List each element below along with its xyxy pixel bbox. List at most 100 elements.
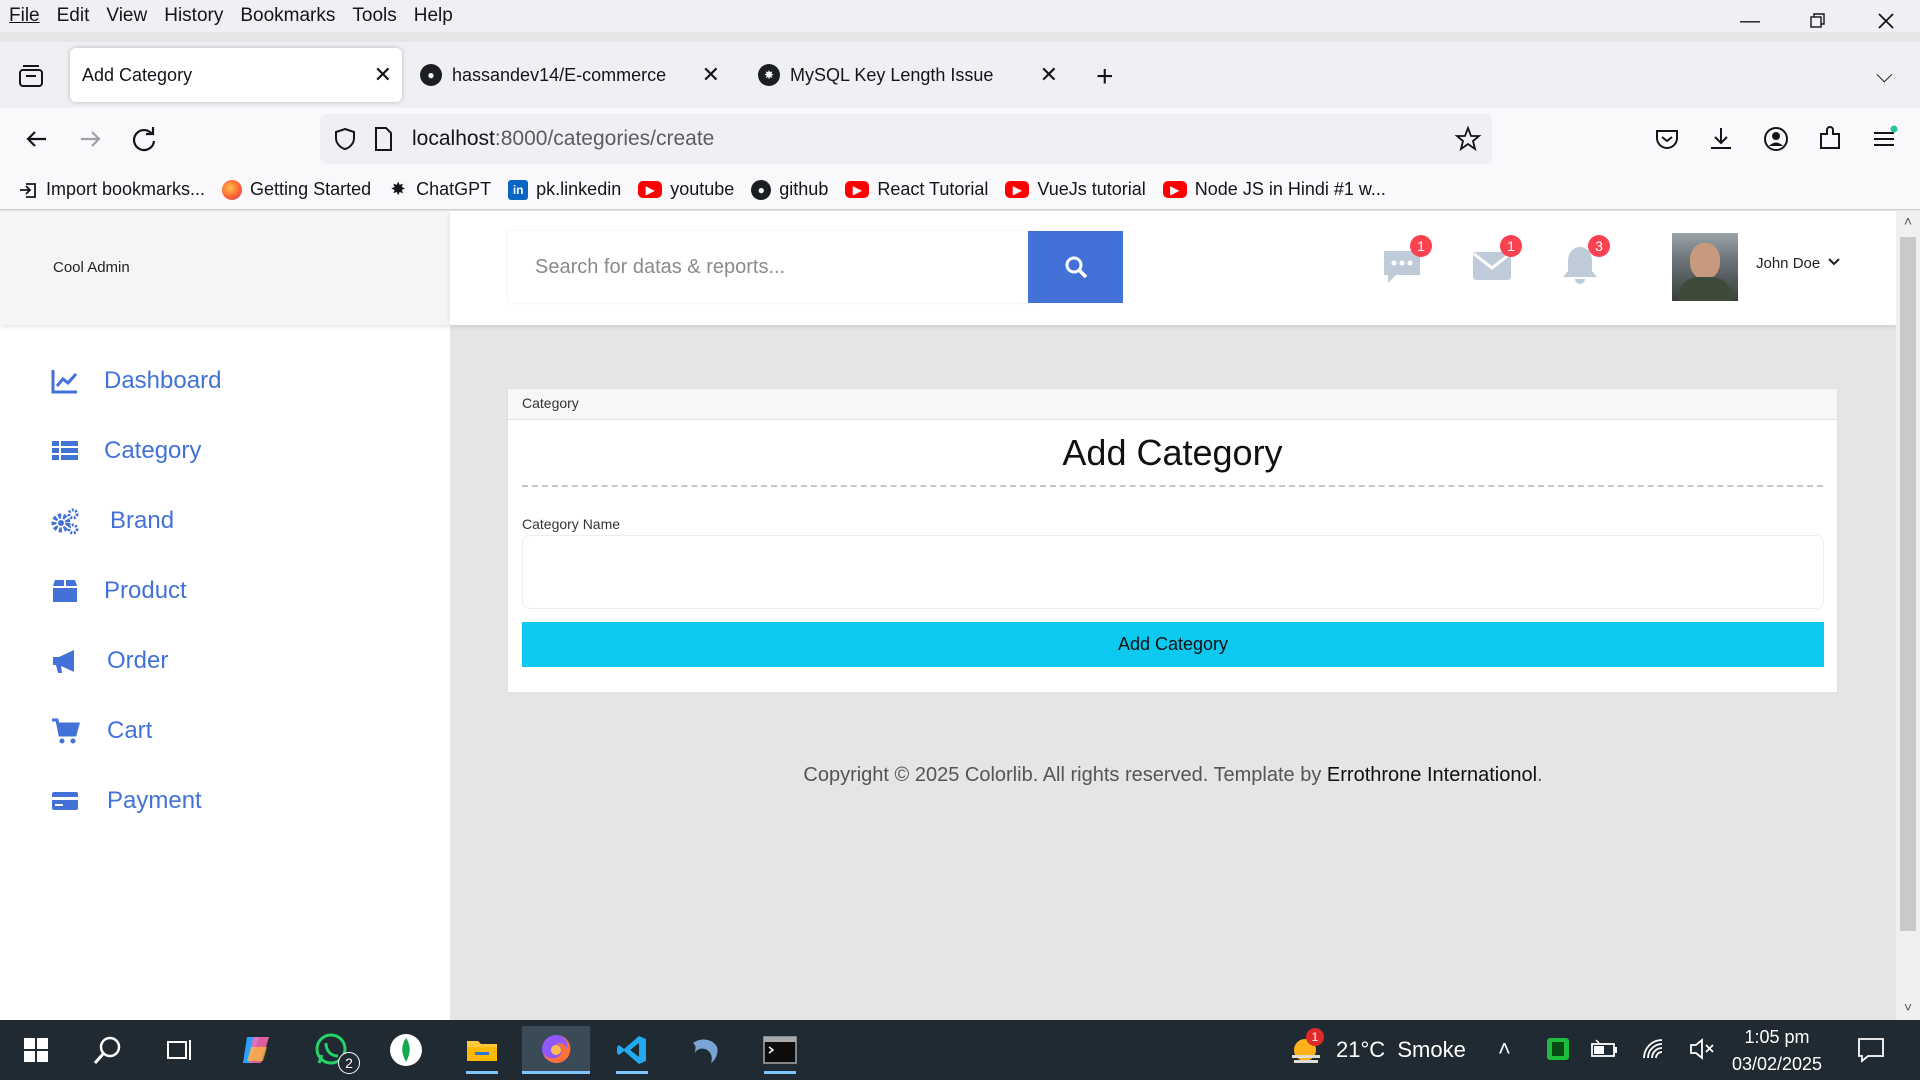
scroll-thumb[interactable] <box>1900 237 1916 931</box>
restore-button[interactable] <box>1784 0 1852 42</box>
bookmark-label: github <box>779 179 829 199</box>
search-input[interactable] <box>508 231 1038 303</box>
github-icon: ● <box>751 179 772 200</box>
download-icon[interactable] <box>1706 124 1736 154</box>
sidebar-item-order[interactable]: Order <box>50 641 168 681</box>
battery-icon[interactable] <box>1590 1038 1618 1060</box>
notification-center-icon[interactable] <box>1856 1036 1886 1064</box>
bookmark-label: pk.linkedin <box>536 179 622 199</box>
search-button[interactable] <box>1028 231 1123 303</box>
footer-link[interactable]: Errothrone Internationol <box>1327 764 1537 786</box>
terminal-icon <box>763 1036 797 1064</box>
bookmark-react-tutorial[interactable]: ▶ React Tutorial <box>845 179 988 200</box>
url-text: localhost:8000/categories/create <box>412 127 714 151</box>
terminal-app[interactable] <box>746 1026 814 1074</box>
close-tab-icon[interactable]: ✕ <box>702 62 720 88</box>
forward-icon[interactable] <box>73 122 107 156</box>
close-tab-icon[interactable]: ✕ <box>374 62 392 88</box>
start-button[interactable] <box>2 1026 70 1074</box>
scroll-up-icon[interactable]: ˄ <box>1896 213 1920 229</box>
add-category-card: Category Add Category Category Name Add … <box>507 388 1838 693</box>
wifi-icon[interactable] <box>1640 1036 1668 1062</box>
file-explorer-app[interactable] <box>448 1026 516 1074</box>
bookmark-getting-started[interactable]: Getting Started <box>222 179 371 200</box>
bookmark-vuejs-tutorial[interactable]: ▶ VueJs tutorial <box>1005 179 1146 200</box>
task-view-icon <box>167 1040 191 1060</box>
back-icon[interactable] <box>20 122 54 156</box>
mail-button[interactable]: 1 <box>1470 235 1522 287</box>
bookmark-chatgpt[interactable]: ✸ ChatGPT <box>388 179 492 200</box>
menu-file[interactable]: File <box>9 5 40 27</box>
chat-button[interactable]: 1 <box>1380 235 1432 287</box>
bookmark-import[interactable]: Import bookmarks... <box>18 179 205 200</box>
page-icon[interactable] <box>372 126 394 152</box>
category-name-input[interactable] <box>522 535 1824 609</box>
sidebar-item-cart[interactable]: Cart <box>50 711 152 751</box>
account-icon[interactable] <box>1761 124 1791 154</box>
menu-help[interactable]: Help <box>414 5 453 27</box>
bookmark-linkedin[interactable]: in pk.linkedin <box>508 179 621 200</box>
task-view-button[interactable] <box>146 1026 214 1074</box>
scroll-down-icon[interactable]: ˅ <box>1896 999 1920 1015</box>
tab-overflow-icon[interactable]: ⌵ <box>1876 62 1893 88</box>
tab-mysql[interactable]: ✸ MySQL Key Length Issue ✕ <box>758 48 1068 102</box>
tab-add-category[interactable]: Add Category ✕ <box>70 48 402 102</box>
app-menu-icon[interactable] <box>1869 124 1899 154</box>
url-bar[interactable]: localhost:8000/categories/create <box>320 114 1492 164</box>
page-scrollbar[interactable]: ˄ ˅ <box>1896 211 1920 1020</box>
user-menu[interactable]: John Doe <box>1756 255 1842 272</box>
cogs-icon <box>51 508 79 535</box>
chart-line-icon <box>51 370 78 394</box>
bookmark-label: Import bookmarks... <box>46 179 206 199</box>
restore-icon <box>1810 13 1825 28</box>
bookmark-label: React Tutorial <box>877 179 989 199</box>
extensions-icon[interactable] <box>1815 124 1845 154</box>
bookmark-star-icon[interactable] <box>1454 125 1482 153</box>
shield-icon[interactable] <box>332 126 358 152</box>
sidebar-item-product[interactable]: Product <box>50 571 187 611</box>
chat-badge: 1 <box>1410 235 1432 257</box>
running-indicator <box>616 1071 648 1074</box>
tray-overflow-icon[interactable]: ˄ <box>1498 1036 1511 1062</box>
bookmark-github[interactable]: ● github <box>751 179 828 200</box>
logo[interactable]: Cool Admin <box>53 259 130 276</box>
sidebar-item-payment[interactable]: Payment <box>50 781 202 821</box>
sidebar-item-category[interactable]: Category <box>50 431 201 471</box>
menu-tools[interactable]: Tools <box>352 5 396 27</box>
weather-widget[interactable]: 1 21°C Smoke <box>1290 1028 1466 1068</box>
sidebar-item-brand[interactable]: Brand <box>50 501 174 541</box>
bookmark-label: ChatGPT <box>416 179 492 199</box>
notifications-button[interactable]: 3 <box>1558 235 1610 287</box>
firefox-app[interactable] <box>522 1026 590 1074</box>
tab-github[interactable]: ● hassandev14/E-commerce ✕ <box>420 48 730 102</box>
mongodb-app[interactable] <box>372 1026 440 1074</box>
add-category-button[interactable]: Add Category <box>522 622 1824 667</box>
volume-muted-icon[interactable] <box>1688 1036 1716 1062</box>
search-taskbar-button[interactable] <box>74 1026 142 1074</box>
avatar[interactable] <box>1672 233 1738 301</box>
app-tray-icon[interactable] <box>1545 1036 1571 1062</box>
whatsapp-app[interactable]: 2 <box>298 1026 366 1074</box>
mysql-workbench-app[interactable] <box>672 1026 740 1074</box>
bookmark-nodejs[interactable]: ▶ Node JS in Hindi #1 w... <box>1162 179 1386 200</box>
menu-history[interactable]: History <box>164 5 223 27</box>
menu-bookmarks[interactable]: Bookmarks <box>240 5 335 27</box>
new-tab-button[interactable]: + <box>1096 60 1114 94</box>
close-tab-icon[interactable]: ✕ <box>1040 62 1058 88</box>
clock[interactable]: 1:05 pm 03/02/2025 <box>1722 1024 1832 1078</box>
firefox-icon <box>222 179 243 200</box>
close-icon <box>1878 13 1894 29</box>
vscode-app[interactable] <box>598 1026 666 1074</box>
close-window-button[interactable] <box>1852 0 1920 42</box>
pocket-icon[interactable] <box>1652 124 1682 154</box>
copilot-app[interactable] <box>222 1026 290 1074</box>
reload-icon[interactable] <box>127 122 161 156</box>
url-host: localhost <box>412 127 495 150</box>
minimize-button[interactable]: — <box>1716 0 1784 42</box>
menu-view[interactable]: View <box>106 5 147 27</box>
bookmark-youtube[interactable]: ▶ youtube <box>638 179 734 200</box>
sidebar-item-dashboard[interactable]: Dashboard <box>50 361 221 401</box>
taskbar: 2 1 21°C Smoke ˄ 1:05 pm 03/02/2025 <box>0 1020 1920 1080</box>
menu-edit[interactable]: Edit <box>57 5 90 27</box>
tab-list-icon[interactable] <box>16 62 46 92</box>
